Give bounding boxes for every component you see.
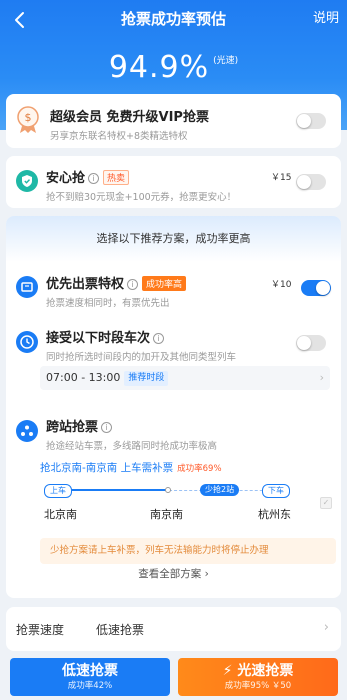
low-speed-label: 低速抢票	[62, 663, 118, 679]
success-rate-tag: (光速)	[213, 56, 239, 66]
time-range-selector[interactable]: 07:00 - 13:00 推荐时段 ›	[40, 366, 330, 390]
safe-hot-badge: 热卖	[103, 170, 130, 185]
fast-speed-rate: 成功率95% ￥50	[224, 681, 292, 691]
route-title: 抢北京南-南京南 上车需补票 成功率69%	[40, 460, 336, 475]
time-toggle[interactable]	[296, 335, 326, 351]
route-warning: 少抢方案请上车补票，列车无法输能力时将停止办理	[40, 538, 336, 564]
route-rate: 成功率69%	[177, 464, 222, 474]
cross-route-option[interactable]: 抢北京南-南京南 上车需补票 成功率69% 上车 少抢2站 下车 北京南 南京南 …	[40, 460, 336, 578]
view-all-label: 查看全部方案	[138, 568, 202, 580]
chevron-right-icon: ›	[323, 620, 329, 635]
priority-title: 优先出票特权 i 成功率高	[46, 273, 187, 292]
time-title: 接受以下时段车次 i	[46, 327, 236, 346]
route-icon	[16, 420, 38, 442]
vip-toggle[interactable]	[296, 113, 326, 129]
nav-bar: 抢票成功率预估 说明	[0, 8, 347, 32]
priority-price: ￥10	[271, 280, 292, 290]
route-title-text: 抢北京南-南京南 上车需补票	[40, 462, 174, 474]
recommend-badge: 推荐时段	[124, 371, 169, 386]
help-link[interactable]: 说明	[313, 8, 339, 30]
info-icon[interactable]: i	[101, 422, 113, 433]
safe-price: ￥15	[271, 173, 292, 183]
safe-title: 安心抢 i 热卖	[46, 167, 236, 186]
priority-subtitle: 抢票速度相同时，有票优先出	[46, 298, 170, 309]
vip-title: 超级会员 免费升级VIP抢票	[50, 110, 209, 125]
shield-icon	[16, 170, 38, 192]
time-range-value: 07:00 - 13:00	[46, 371, 121, 384]
low-speed-rate: 成功率42%	[67, 681, 113, 691]
low-speed-button[interactable]: 低速抢票 成功率42%	[10, 658, 170, 696]
station-name: 杭州东	[258, 508, 291, 521]
fast-speed-label-row: ⚡ 光速抢票	[178, 658, 338, 680]
speed-value: 低速抢票	[96, 623, 145, 637]
safe-title-text: 安心抢	[46, 171, 86, 186]
priority-toggle[interactable]	[301, 280, 331, 296]
safe-subtitle: 抢不到赔30元现金+100元券，抢票更安心！	[46, 192, 237, 203]
station-name: 南京南	[150, 508, 183, 521]
ticket-icon	[16, 276, 38, 298]
speed-selector[interactable]: 抢票速度 低速抢票 ›	[6, 607, 341, 651]
speed-label: 抢票速度	[16, 623, 65, 637]
fast-speed-button[interactable]: ⚡ 光速抢票 成功率95% ￥50	[178, 658, 338, 696]
safe-toggle[interactable]	[296, 174, 326, 190]
vip-subtitle: 另享京东联名特权+8类精选特权	[50, 131, 188, 142]
priority-badge: 成功率高	[142, 276, 187, 291]
chevron-right-icon: ›	[204, 568, 209, 580]
time-text: 接受以下时段车次 i 同时抢所选时间段内的加开及其他同类型列车	[46, 327, 236, 363]
board-label: 上车	[44, 484, 72, 498]
station-name: 北京南	[44, 508, 77, 521]
route-checkbox[interactable]: ✓	[320, 497, 332, 509]
svg-text:$: $	[25, 111, 32, 124]
page-title: 抢票成功率预估	[120, 10, 226, 28]
cross-text: 跨站抢票 i 抢途经站车票，多线路同时抢成功率极高	[46, 416, 217, 452]
time-title-text: 接受以下时段车次	[46, 331, 151, 346]
vip-card: $ 超级会员 免费升级VIP抢票 另享京东联名特权+8类精选特权	[6, 94, 341, 148]
lightning-icon: ⚡	[222, 663, 233, 679]
cross-subtitle: 抢途经站车票，多线路同时抢成功率极高	[46, 441, 218, 452]
chevron-right-icon: ›	[319, 371, 324, 384]
priority-title-text: 优先出票特权	[46, 277, 125, 292]
info-icon[interactable]: i	[127, 279, 139, 290]
priority-text: 优先出票特权 i 成功率高 抢票速度相同时，有票优先出	[46, 273, 187, 309]
safe-card: 安心抢 i 热卖 抢不到赔30元现金+100元券，抢票更安心！ ￥15	[6, 156, 341, 208]
skip-stations-label: 少抢2站	[200, 484, 240, 496]
route-dot	[165, 487, 171, 493]
alight-label: 下车	[262, 484, 290, 498]
success-rate: 94.9% (光速)	[0, 50, 347, 85]
plans-header: 选择以下推荐方案，成功率更高	[6, 216, 341, 262]
clock-icon	[16, 331, 38, 353]
time-subtitle: 同时抢所选时间段内的加开及其他同类型列车	[46, 352, 237, 363]
success-rate-value: 94.9%	[108, 50, 210, 85]
info-icon[interactable]: i	[88, 173, 100, 184]
cross-title-text: 跨站抢票	[46, 420, 99, 435]
fast-speed-label: 光速抢票	[237, 663, 294, 679]
vip-badge-icon: $	[17, 106, 39, 133]
cross-title: 跨站抢票 i	[46, 416, 217, 435]
info-icon[interactable]: i	[153, 333, 165, 344]
view-all-plans-link[interactable]: 查看全部方案 ›	[6, 566, 341, 581]
